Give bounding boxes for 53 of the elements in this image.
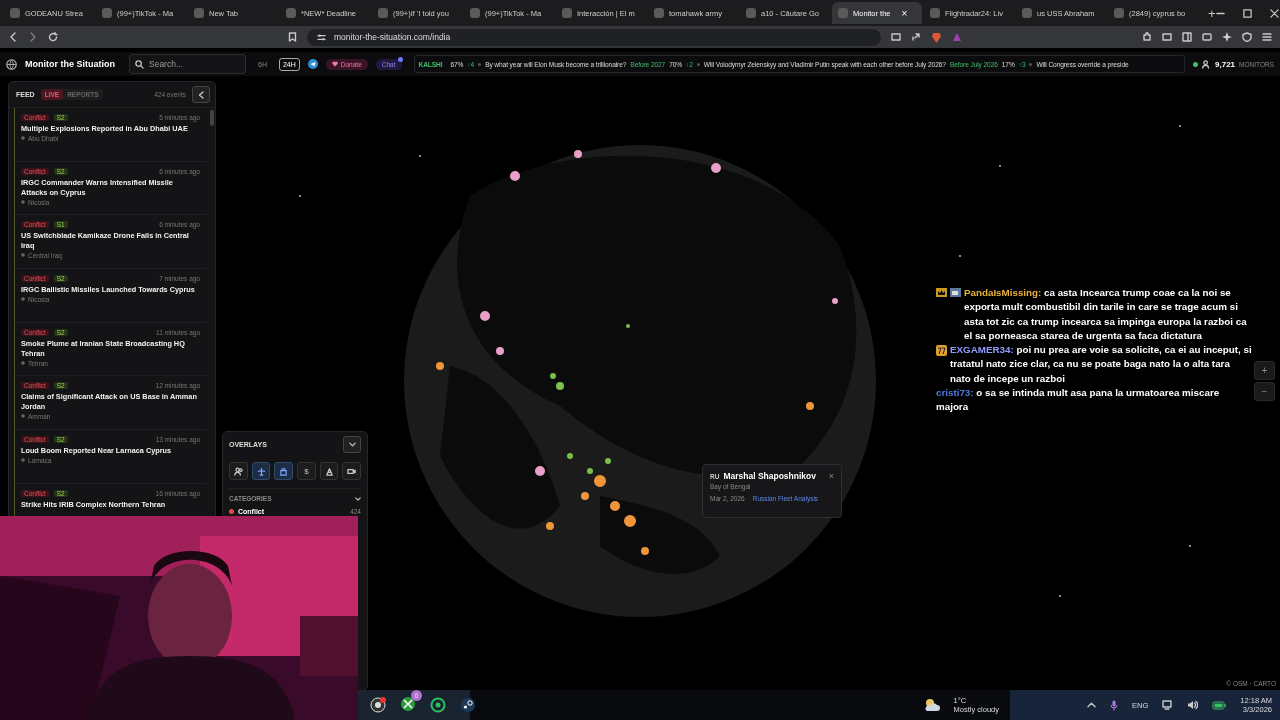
- microphone-icon[interactable]: [1110, 699, 1119, 711]
- chevron-up-icon[interactable]: [1087, 702, 1097, 708]
- share-icon[interactable]: [911, 32, 921, 42]
- heart-icon: [331, 61, 338, 67]
- people-icon: [1202, 59, 1212, 69]
- globe-logo-icon: [6, 58, 17, 70]
- back-icon[interactable]: [8, 32, 18, 42]
- page-icon: [1022, 8, 1032, 18]
- page-icon: [930, 8, 940, 18]
- page-icon: [378, 8, 388, 18]
- network-icon[interactable]: [1162, 700, 1174, 710]
- bullet-icon: [478, 62, 482, 66]
- search-icon: [135, 59, 144, 69]
- page-icon: [654, 8, 664, 18]
- xbox-icon[interactable]: [400, 696, 416, 712]
- steam-icon[interactable]: [460, 697, 476, 713]
- site-info-icon: [317, 32, 326, 42]
- sidebar-icon[interactable]: [1182, 32, 1192, 42]
- monitor-count: 9,721: [1215, 59, 1236, 69]
- menu-icon[interactable]: [1262, 32, 1272, 42]
- bookmark-icon[interactable]: [288, 32, 297, 42]
- reload-icon[interactable]: [48, 32, 58, 42]
- volume-icon[interactable]: [1187, 700, 1199, 710]
- wallet-icon[interactable]: [1202, 32, 1212, 42]
- page-icon: [838, 8, 848, 18]
- page-icon: [102, 8, 112, 18]
- close-icon[interactable]: ×: [901, 7, 908, 19]
- close-icon[interactable]: [1269, 8, 1279, 18]
- aperture-icon[interactable]: [370, 697, 386, 713]
- page-icon: [1114, 8, 1124, 18]
- page-icon: [562, 8, 572, 18]
- search-field[interactable]: Search...: [129, 54, 246, 74]
- address-field[interactable]: monitor-the-situation.com/india: [307, 28, 881, 46]
- page-icon: [746, 8, 756, 18]
- online-dot-icon: [1193, 61, 1199, 67]
- page-icon: [286, 8, 296, 18]
- restore-icon[interactable]: [1242, 8, 1252, 18]
- telegram-icon[interactable]: [307, 59, 318, 69]
- cast-icon[interactable]: [891, 32, 901, 42]
- bullet-icon: [696, 62, 700, 66]
- ring-icon[interactable]: [430, 697, 446, 713]
- bullet-icon: [1029, 62, 1033, 66]
- sparkle-icon[interactable]: [1222, 32, 1232, 42]
- page-icon: [10, 8, 20, 18]
- notification-dot: [397, 56, 403, 62]
- page-icon: [470, 8, 480, 18]
- app-title: Monitor the Situation: [25, 59, 115, 69]
- extensions-icon[interactable]: [1142, 32, 1152, 42]
- new-tab-button[interactable]: +: [1208, 5, 1216, 21]
- shield-icon[interactable]: [1242, 32, 1252, 42]
- battery-icon[interactable]: [1212, 700, 1227, 710]
- forward-icon[interactable]: [28, 32, 38, 42]
- page-icon: [194, 8, 204, 18]
